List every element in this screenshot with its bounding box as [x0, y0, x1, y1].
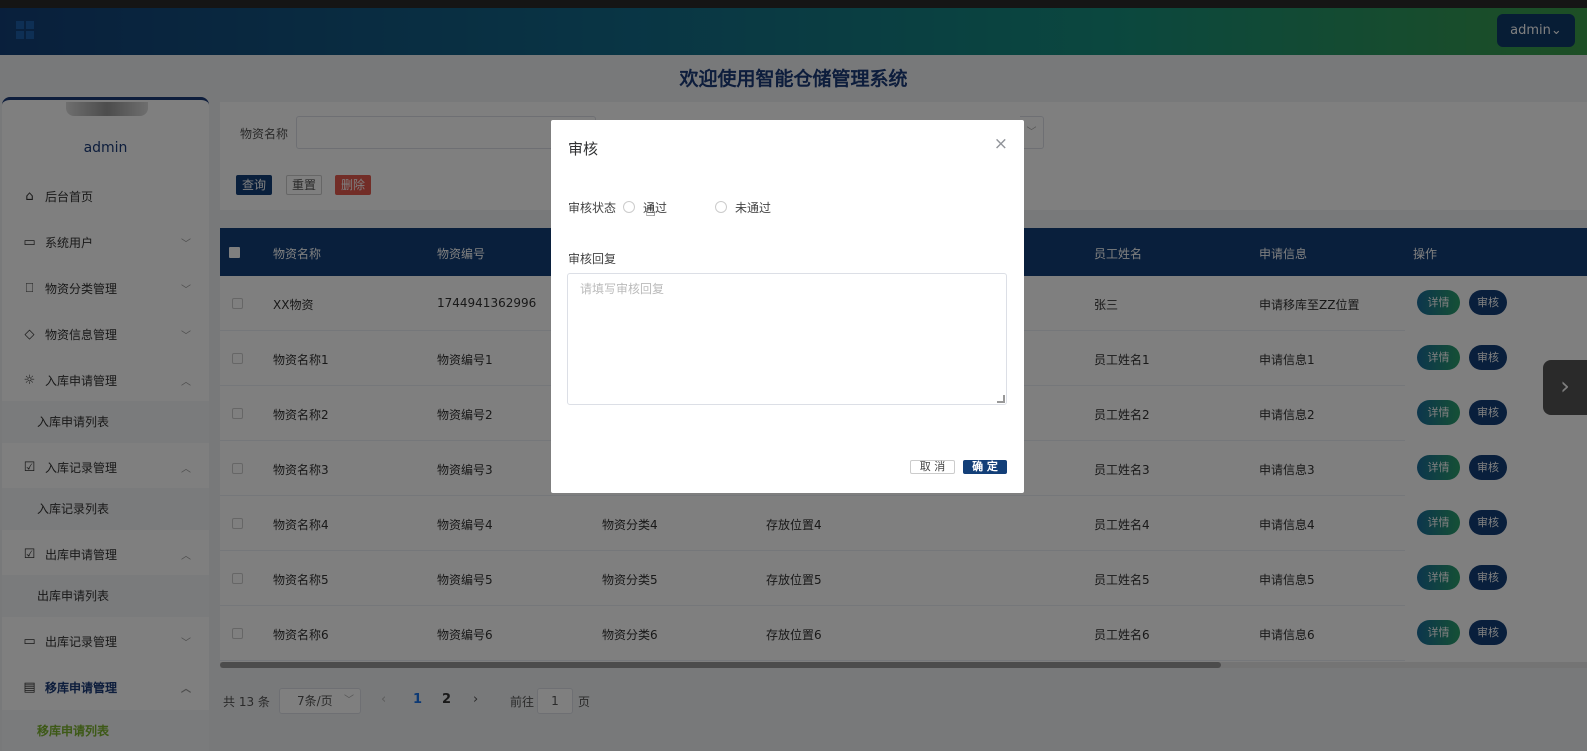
dialog-title: 审核	[568, 140, 599, 158]
mouse-cursor-icon: ☝	[645, 200, 656, 221]
status-label: 审核状态	[568, 201, 617, 215]
resize-handle[interactable]	[997, 395, 1005, 403]
radio-fail[interactable]	[715, 201, 727, 213]
reply-placeholder: 请填写审核回复	[580, 282, 665, 296]
cancel-button[interactable]: 取 消	[910, 460, 955, 474]
audit-dialog: 审核 × 审核状态 通过 未通过 审核回复 请填写审核回复 取 消 确 定	[551, 120, 1024, 493]
radio-pass[interactable]	[623, 201, 635, 213]
reply-label: 审核回复	[568, 252, 617, 266]
reply-textarea[interactable]: 请填写审核回复	[567, 273, 1007, 405]
close-icon[interactable]: ×	[994, 134, 1008, 154]
radio-fail-label[interactable]: 未通过	[735, 199, 771, 216]
confirm-button[interactable]: 确 定	[963, 460, 1007, 474]
